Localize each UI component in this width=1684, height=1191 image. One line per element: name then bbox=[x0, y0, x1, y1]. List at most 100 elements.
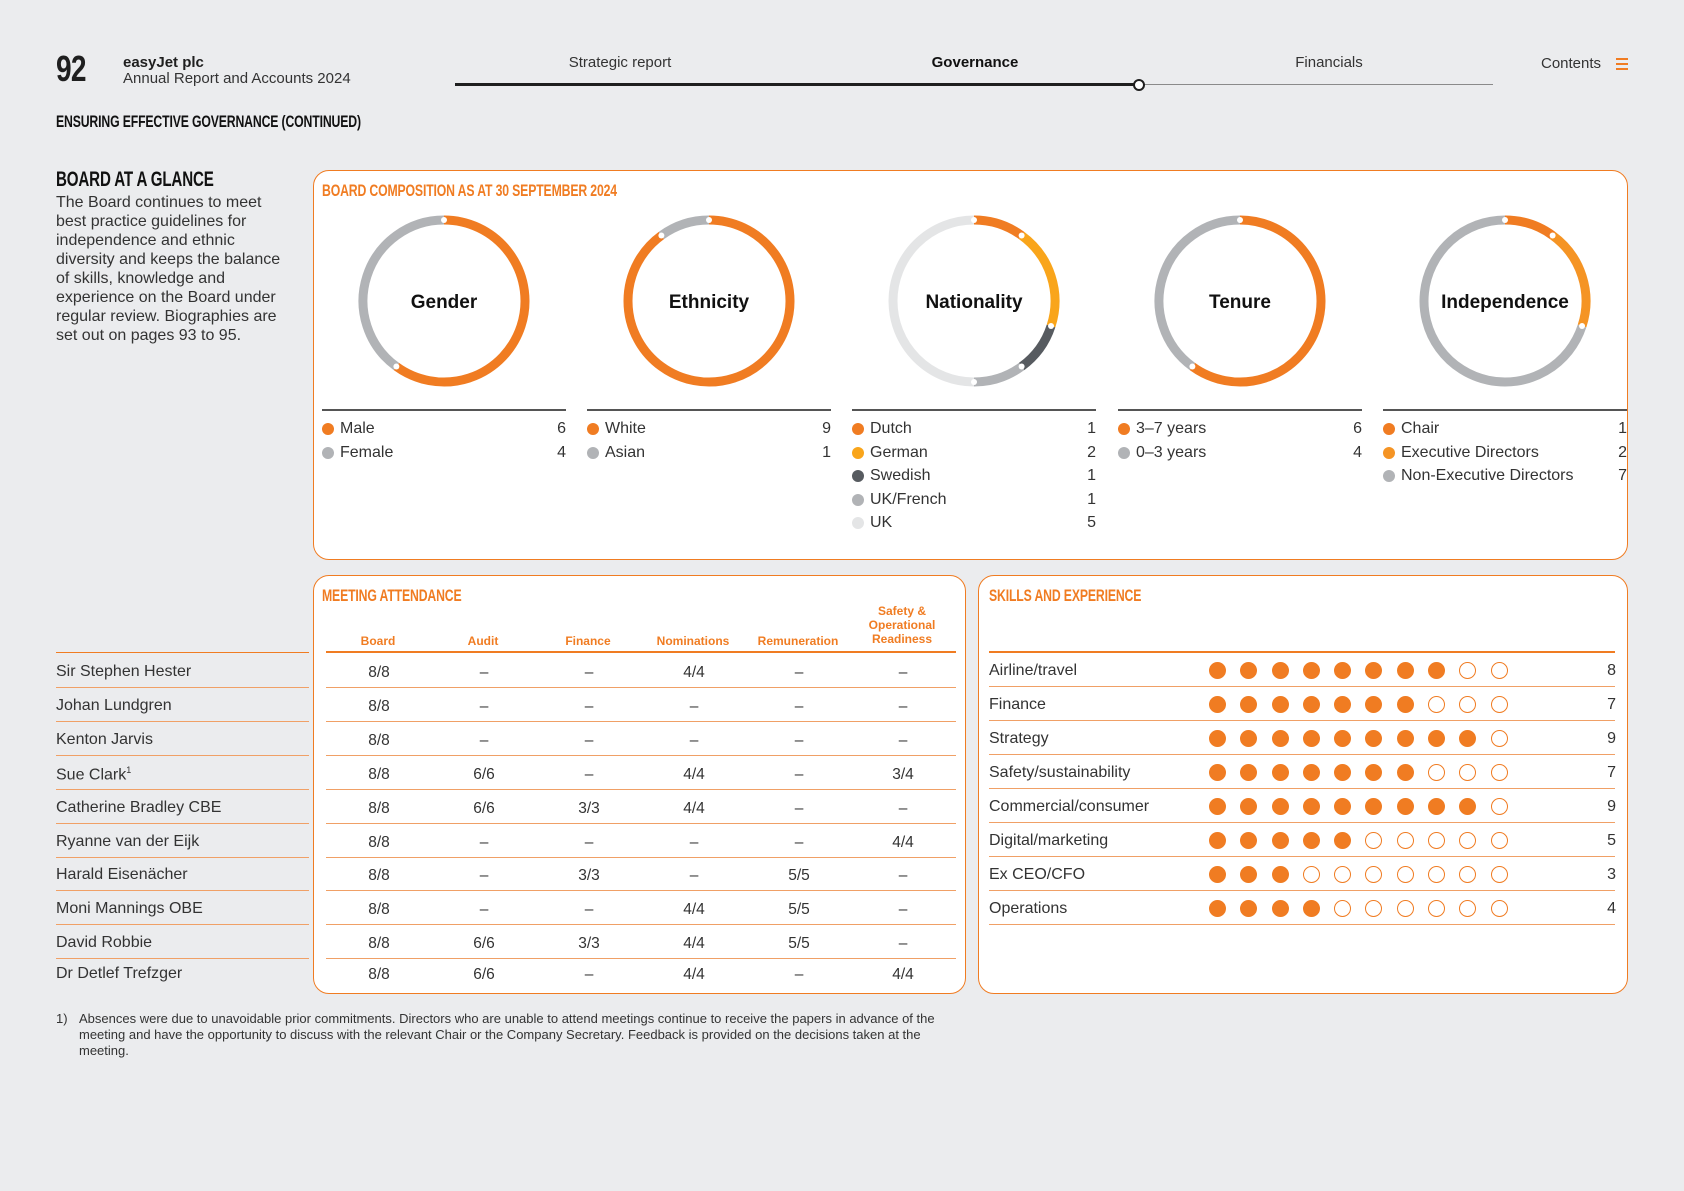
empty-dot bbox=[1490, 798, 1508, 815]
skill-row-rule bbox=[989, 822, 1615, 823]
segment-boundary-marker bbox=[441, 217, 447, 223]
attendance-cell: – bbox=[479, 732, 489, 749]
filled-dot bbox=[1209, 662, 1226, 679]
skill-dot-rating bbox=[1209, 696, 1522, 713]
filled-dot bbox=[1396, 730, 1414, 747]
empty-dot bbox=[1490, 900, 1508, 917]
segment-boundary-marker bbox=[971, 217, 977, 223]
empty-dot bbox=[1490, 764, 1508, 781]
attendance-cell: – bbox=[479, 867, 489, 884]
legend-swatch bbox=[852, 423, 864, 436]
filled-dot bbox=[1271, 696, 1289, 713]
filled-dot bbox=[1302, 662, 1320, 679]
attendance-cell: 5/5 bbox=[788, 901, 810, 918]
attendance-cell: 5/5 bbox=[788, 935, 810, 952]
donut-ethnicity: Ethnicity White 9 Asian 1 bbox=[587, 213, 831, 465]
legend-label: 3–7 years bbox=[1136, 420, 1207, 438]
table-row-rule bbox=[326, 687, 956, 688]
director-name: Johan Lundgren bbox=[56, 697, 172, 714]
filled-dot bbox=[1240, 730, 1258, 747]
skill-dot-rating bbox=[1209, 662, 1522, 679]
attendance-cell: 8/8 bbox=[368, 698, 390, 715]
donut-independence: Independence Chair 1 Executive Directors 2 No… bbox=[1383, 213, 1627, 488]
legend-label: 0–3 years bbox=[1136, 443, 1207, 461]
attendance-cell: – bbox=[794, 766, 804, 783]
filled-dot bbox=[1334, 662, 1352, 679]
filled-dot bbox=[1209, 832, 1226, 849]
filled-dot bbox=[1334, 696, 1352, 713]
filled-dot bbox=[1334, 832, 1352, 849]
skill-count: 7 bbox=[1607, 764, 1616, 781]
filled-dot bbox=[1271, 662, 1289, 679]
filled-dot bbox=[1240, 798, 1258, 815]
skill-row-rule bbox=[989, 686, 1615, 687]
legend-label: Chair bbox=[1401, 420, 1440, 438]
attendance-cell: 8/8 bbox=[368, 834, 390, 851]
attendance-cell: – bbox=[479, 698, 489, 715]
donut-center-label: Gender bbox=[411, 292, 478, 313]
column-header: Nominations bbox=[656, 634, 730, 648]
attendance-cell: – bbox=[584, 766, 594, 783]
contents-link[interactable]: Contents bbox=[1541, 55, 1601, 72]
attendance-cell: 6/6 bbox=[473, 966, 495, 983]
skill-count: 7 bbox=[1607, 696, 1616, 713]
filled-dot bbox=[1396, 764, 1414, 781]
skill-count: 8 bbox=[1607, 662, 1616, 679]
attendance-cell: 4/4 bbox=[683, 766, 705, 783]
donut-center-label: Ethnicity bbox=[669, 292, 750, 313]
skill-label: Digital/marketing bbox=[989, 832, 1109, 849]
filled-dot bbox=[1302, 730, 1320, 747]
donut-chart: Independence bbox=[1419, 215, 1591, 387]
filled-dot bbox=[1271, 832, 1289, 849]
empty-dot bbox=[1365, 832, 1383, 849]
director-name: Dr Detlef Trefzger bbox=[56, 965, 183, 982]
skill-row-rule bbox=[989, 754, 1615, 755]
legend-value: 4 bbox=[1353, 443, 1362, 461]
empty-dot bbox=[1334, 900, 1352, 917]
donut-chart: Tenure bbox=[1154, 215, 1326, 387]
name-row-rule bbox=[56, 755, 309, 756]
donut-gender: Gender Male 6 Female 4 bbox=[322, 213, 566, 465]
filled-dot bbox=[1365, 764, 1383, 781]
attendance-cell: 8/8 bbox=[368, 664, 390, 681]
nav-strategic-report[interactable]: Strategic report bbox=[520, 54, 720, 71]
donut-center-label: Independence bbox=[1441, 292, 1569, 313]
donut-legend: Chair 1 Executive Directors 2 Non-Executive … bbox=[1383, 418, 1627, 489]
attendance-cell: – bbox=[898, 800, 908, 817]
filled-dot bbox=[1459, 798, 1477, 815]
skill-label: Safety/sustainability bbox=[989, 764, 1131, 781]
empty-dot bbox=[1428, 696, 1446, 713]
name-row-rule bbox=[56, 687, 309, 688]
footnote-mark: 1) bbox=[56, 1011, 68, 1026]
donut-chart: Ethnicity bbox=[623, 215, 795, 387]
legend-divider bbox=[852, 409, 1096, 411]
nav-financials[interactable]: Financials bbox=[1229, 54, 1429, 71]
skill-dot-rating bbox=[1209, 832, 1522, 849]
table-row-rule bbox=[326, 890, 956, 891]
legend-label: Dutch bbox=[870, 420, 912, 438]
donut-nationality: Nationality Dutch 1 German 2 Swedish 1 UK/Frenc… bbox=[852, 213, 1096, 535]
menu-icon[interactable] bbox=[1616, 58, 1628, 70]
attendance-cell: 3/3 bbox=[578, 935, 600, 952]
attendance-cell: – bbox=[584, 698, 594, 715]
section-heading: ENSURING EFFECTIVE GOVERNANCE (CONTINUED… bbox=[56, 112, 361, 131]
nav-governance[interactable]: Governance bbox=[875, 54, 1075, 71]
legend-item: Non-Executive Directors 7 bbox=[1383, 465, 1627, 489]
nav-progress bbox=[455, 83, 1139, 86]
legend-item: UK 5 bbox=[852, 512, 1096, 536]
name-row-rule bbox=[56, 890, 309, 891]
attendance-cell: – bbox=[479, 901, 489, 918]
donut-segment-asian bbox=[658, 215, 710, 240]
director-name: Kenton Jarvis bbox=[56, 731, 153, 748]
empty-dot bbox=[1459, 900, 1477, 917]
filled-dot bbox=[1428, 662, 1446, 679]
filled-dot bbox=[1271, 866, 1289, 883]
empty-dot bbox=[1490, 696, 1508, 713]
attendance-cell: 8/8 bbox=[368, 966, 390, 983]
filled-dot bbox=[1459, 730, 1477, 747]
filled-dot bbox=[1271, 900, 1289, 917]
attendance-cell: 6/6 bbox=[473, 766, 495, 783]
legend-value: 1 bbox=[1087, 490, 1096, 508]
attendance-cell: 4/4 bbox=[683, 901, 705, 918]
legend-value: 5 bbox=[1087, 514, 1096, 532]
